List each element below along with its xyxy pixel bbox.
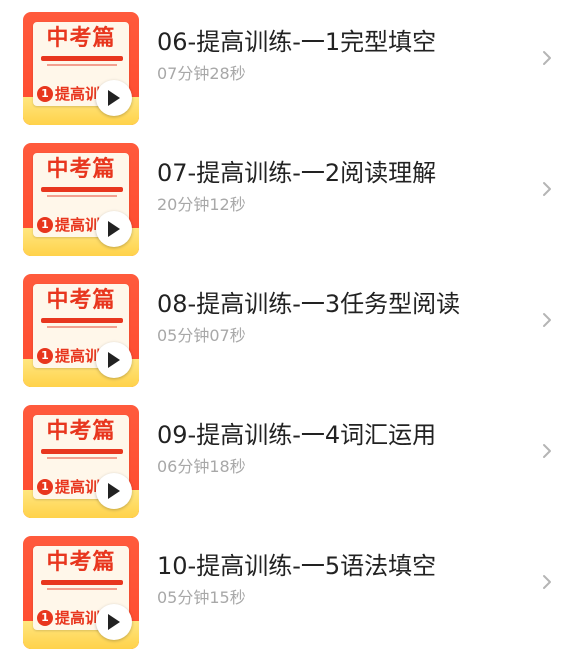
thumbnail-title: 中考篇 bbox=[46, 157, 116, 182]
lesson-item[interactable]: 中考篇 1 提高训 08-提高训练-一3任务型阅读 05分钟07秒 bbox=[0, 262, 573, 393]
thumbnail-caption-line bbox=[47, 588, 117, 590]
chevron-right-icon[interactable] bbox=[540, 310, 554, 330]
lesson-thumbnail[interactable]: 中考篇 1 提高训 bbox=[23, 405, 139, 518]
thumbnail-title: 中考篇 bbox=[46, 288, 116, 313]
thumbnail-stripe bbox=[41, 318, 123, 323]
play-icon bbox=[108, 614, 120, 630]
thumbnail-caption-line bbox=[47, 457, 117, 459]
thumbnail-caption-line bbox=[47, 326, 117, 328]
lesson-title: 08-提高训练-一3任务型阅读 bbox=[157, 290, 461, 318]
lesson-duration: 20分钟12秒 bbox=[157, 195, 246, 214]
thumbnail-title: 中考篇 bbox=[46, 419, 116, 444]
play-button[interactable] bbox=[96, 604, 132, 640]
play-button[interactable] bbox=[96, 211, 132, 247]
play-icon bbox=[108, 90, 120, 106]
lesson-thumbnail[interactable]: 中考篇 1 提高训 bbox=[23, 274, 139, 387]
play-button[interactable] bbox=[96, 80, 132, 116]
thumbnail-caption-line bbox=[47, 64, 117, 66]
lesson-item[interactable]: 中考篇 1 提高训 06-提高训练-一1完型填空 07分钟28秒 bbox=[0, 0, 573, 131]
lesson-thumbnail[interactable]: 中考篇 1 提高训 bbox=[23, 143, 139, 256]
thumbnail-title: 中考篇 bbox=[46, 550, 116, 575]
thumbnail-stripe bbox=[41, 187, 123, 192]
play-icon bbox=[108, 221, 120, 237]
thumbnail-caption-line bbox=[47, 195, 117, 197]
play-button[interactable] bbox=[96, 473, 132, 509]
chevron-right-icon[interactable] bbox=[540, 48, 554, 68]
thumbnail-number-badge: 1 bbox=[37, 479, 53, 495]
thumbnail-title: 中考篇 bbox=[46, 26, 116, 51]
chevron-right-icon[interactable] bbox=[540, 572, 554, 592]
thumbnail-stripe bbox=[41, 56, 123, 61]
lesson-duration: 05分钟07秒 bbox=[157, 326, 246, 345]
lesson-item[interactable]: 中考篇 1 提高训 10-提高训练-一5语法填空 05分钟15秒 bbox=[0, 524, 573, 655]
lesson-thumbnail[interactable]: 中考篇 1 提高训 bbox=[23, 536, 139, 649]
thumbnail-number-badge: 1 bbox=[37, 348, 53, 364]
lesson-item[interactable]: 中考篇 1 提高训 07-提高训练-一2阅读理解 20分钟12秒 bbox=[0, 131, 573, 262]
chevron-right-icon[interactable] bbox=[540, 441, 554, 461]
thumbnail-number-badge: 1 bbox=[37, 610, 53, 626]
lesson-title: 10-提高训练-一5语法填空 bbox=[157, 552, 437, 580]
lesson-duration: 05分钟15秒 bbox=[157, 588, 246, 607]
lesson-thumbnail[interactable]: 中考篇 1 提高训 bbox=[23, 12, 139, 125]
lesson-item[interactable]: 中考篇 1 提高训 09-提高训练-一4词汇运用 06分钟18秒 bbox=[0, 393, 573, 524]
lesson-title: 07-提高训练-一2阅读理解 bbox=[157, 159, 437, 187]
lesson-duration: 06分钟18秒 bbox=[157, 457, 246, 476]
play-icon bbox=[108, 352, 120, 368]
thumbnail-stripe bbox=[41, 449, 123, 454]
lesson-list: 中考篇 1 提高训 06-提高训练-一1完型填空 07分钟28秒 中考篇 1 提… bbox=[0, 0, 573, 658]
thumbnail-number-badge: 1 bbox=[37, 217, 53, 233]
thumbnail-number-badge: 1 bbox=[37, 86, 53, 102]
play-icon bbox=[108, 483, 120, 499]
lesson-title: 06-提高训练-一1完型填空 bbox=[157, 28, 437, 56]
thumbnail-stripe bbox=[41, 580, 123, 585]
play-button[interactable] bbox=[96, 342, 132, 378]
chevron-right-icon[interactable] bbox=[540, 179, 554, 199]
lesson-duration: 07分钟28秒 bbox=[157, 64, 246, 83]
lesson-title: 09-提高训练-一4词汇运用 bbox=[157, 421, 437, 449]
